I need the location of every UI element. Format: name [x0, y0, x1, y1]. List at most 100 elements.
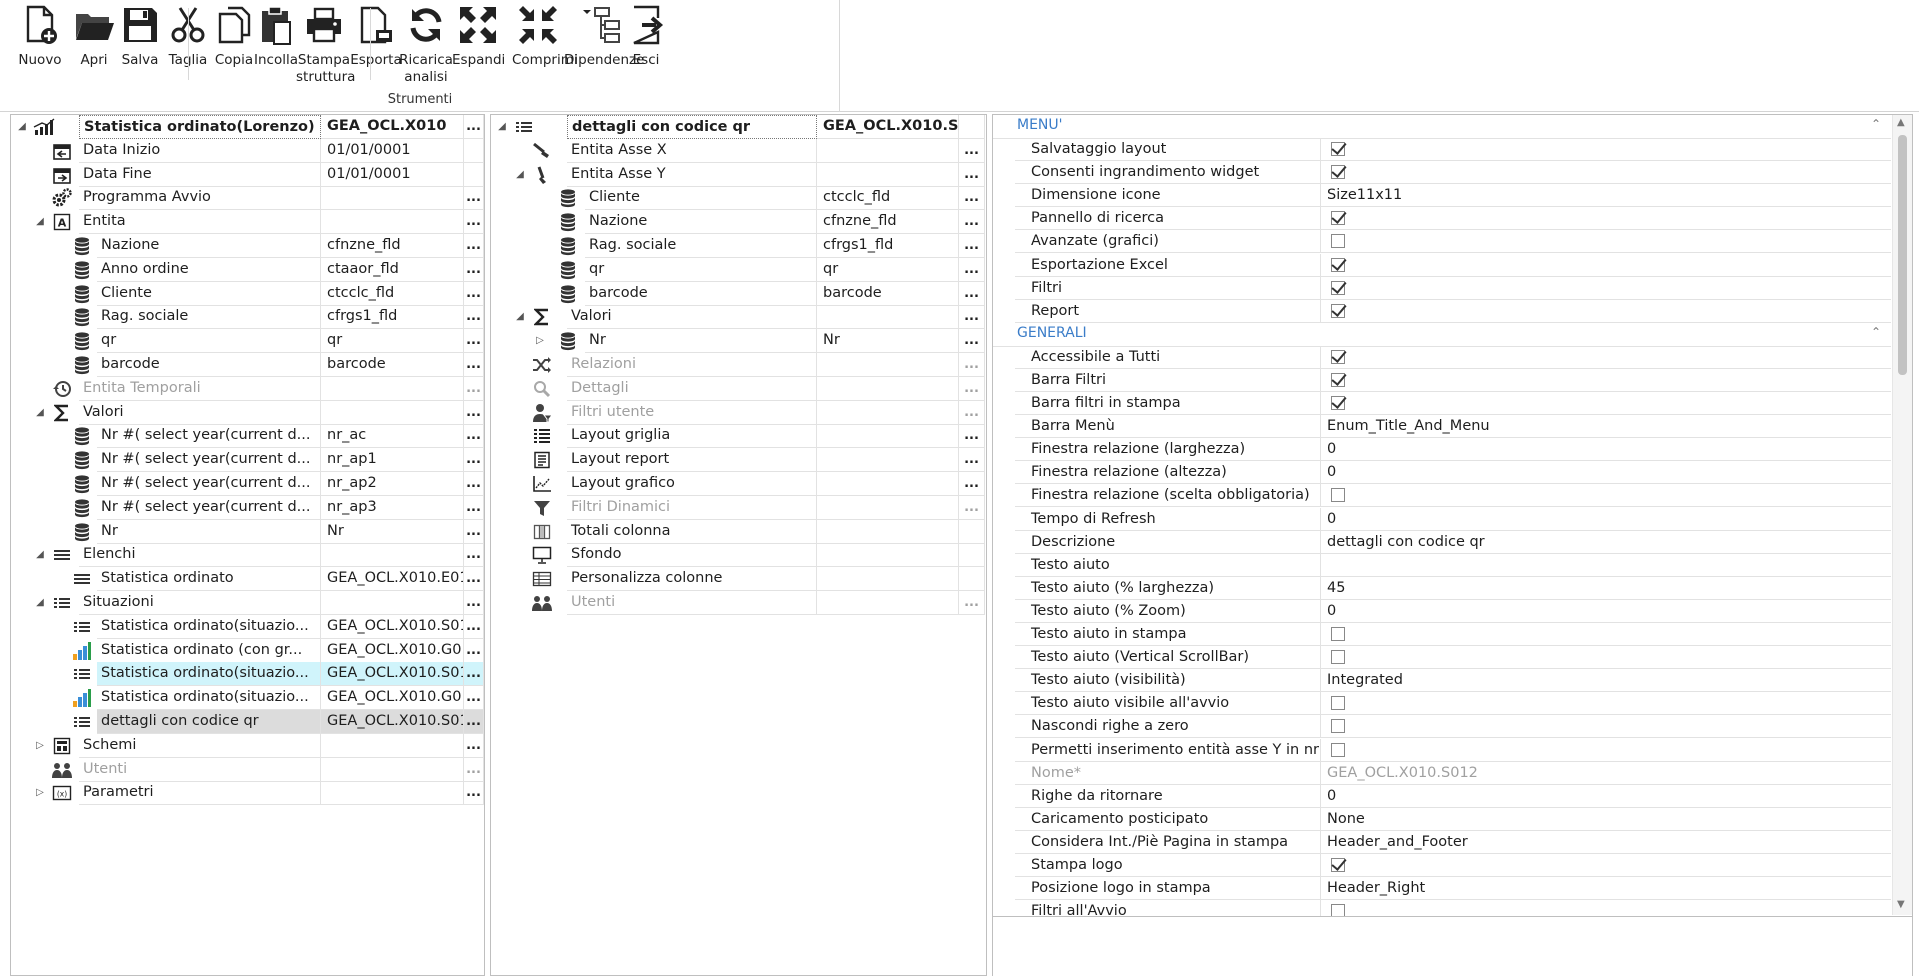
tree-row[interactable]: ◢ A Entita...	[11, 210, 484, 235]
tree-row-value[interactable]: ctcclc_fld	[817, 186, 959, 211]
tree-row-value[interactable]: GEA_OCL.X010.E010	[321, 567, 464, 592]
property-value[interactable]	[1321, 277, 1891, 300]
property-row[interactable]: Nascondi righe a zero	[993, 715, 1891, 739]
tree-row[interactable]: dettagli con codice qr GEA_OCL.X010.S012.…	[11, 710, 484, 734]
tree-row[interactable]: ◢ Statistica ordinato(Lorenzo) GEA_OCL.X01…	[11, 115, 484, 139]
tree-row[interactable]: Nr #( select year(current d... nr_ap2...	[11, 472, 484, 496]
tree-row[interactable]: Totali colonna	[491, 519, 986, 544]
tree-row-value[interactable]: GEA_OCL.X010.S011	[321, 662, 464, 687]
property-row[interactable]: Finestra relazione (scelta obbligatoria)	[993, 484, 1891, 508]
tree-row-value[interactable]: Nr	[817, 329, 959, 354]
tree-row[interactable]: Nr #( select year(current d... nr_ap1...	[11, 448, 484, 473]
ellipsis-button[interactable]: ...	[464, 495, 484, 520]
tree-row-value[interactable]	[321, 591, 464, 615]
collapse-arrow-icon[interactable]: ◢	[33, 546, 47, 564]
property-row[interactable]: Barra filtri in stampa	[993, 392, 1891, 415]
property-value[interactable]: 0	[1321, 785, 1891, 808]
property-value[interactable]	[1321, 739, 1891, 762]
tree-row[interactable]: Filtri Dinamici...	[491, 495, 986, 520]
checked-checkbox[interactable]	[1331, 372, 1345, 387]
ellipsis-button[interactable]: ...	[959, 495, 985, 520]
property-row[interactable]: Tempo di Refresh 0	[993, 507, 1891, 531]
ellipsis-button[interactable]: ...	[464, 614, 484, 639]
property-row[interactable]: Righe da ritornare 0	[993, 784, 1891, 808]
nuovo-button[interactable]: Nuovo	[14, 4, 66, 90]
property-value[interactable]: GEA_OCL.X010.S012	[1321, 762, 1891, 785]
checked-checkbox[interactable]	[1331, 211, 1345, 226]
ellipsis-button[interactable]	[959, 115, 985, 139]
property-row[interactable]: Avanzate (grafici)	[993, 230, 1891, 254]
ellipsis-button[interactable]: ...	[464, 591, 484, 615]
tree-row[interactable]: Cliente ctcclc_fld...	[491, 186, 986, 211]
tree-row[interactable]: Statistica ordinato(situazio... GEA_OCL.X…	[11, 614, 484, 639]
tree-row-value[interactable]	[321, 733, 464, 758]
tree-row[interactable]: Anno ordine ctaaor_fld...	[11, 257, 484, 282]
tree-row[interactable]: Nazione cfnzne_fld...	[491, 210, 986, 235]
property-value[interactable]	[1321, 346, 1891, 369]
ellipsis-button[interactable]	[959, 567, 985, 592]
ellipsis-button[interactable]: ...	[464, 115, 484, 139]
tree-row[interactable]: ▷ (x) Parametri...	[11, 781, 484, 806]
property-row[interactable]: Finestra relazione (altezza) 0	[993, 461, 1891, 485]
property-row[interactable]: Report	[993, 299, 1891, 323]
collapse-arrow-icon[interactable]: ◢	[33, 594, 47, 612]
checked-checkbox[interactable]	[1331, 349, 1345, 364]
unchecked-checkbox[interactable]	[1331, 742, 1345, 757]
ellipsis-button[interactable]: ...	[464, 448, 484, 473]
property-grid-scrollbar[interactable]: ▲ ▼	[1892, 115, 1912, 915]
comprimi-button[interactable]: Comprimi	[512, 4, 578, 90]
collapse-arrow-icon[interactable]: ◢	[513, 166, 527, 184]
expand-arrow-icon[interactable]: ▷	[533, 332, 547, 350]
property-value[interactable]: 0	[1321, 461, 1891, 485]
ellipsis-button[interactable]: ...	[959, 353, 985, 377]
tree-row[interactable]: qr qr...	[11, 329, 484, 354]
chevron-up-icon[interactable]: ⌃	[1871, 325, 1881, 339]
ellipsis-button[interactable]: ...	[464, 781, 484, 806]
tree-row-value[interactable]: qr	[321, 329, 464, 354]
tree-row-value[interactable]: nr_ap3	[321, 495, 464, 520]
collapse-arrow-icon[interactable]: ◢	[33, 404, 47, 422]
tree-row[interactable]: Nr #( select year(current d... nr_ac...	[11, 424, 484, 449]
tree-row-value[interactable]: Nr	[321, 519, 464, 544]
ellipsis-button[interactable]: ...	[959, 162, 985, 187]
tree-row-value[interactable]	[321, 210, 464, 235]
tree-row[interactable]: Dettagli...	[491, 376, 986, 401]
ellipsis-button[interactable]: ...	[464, 710, 484, 734]
property-value[interactable]: 0	[1321, 508, 1891, 531]
property-row[interactable]: Filtri	[993, 276, 1891, 300]
tree-row-value[interactable]: nr_ac	[321, 424, 464, 449]
tree-row[interactable]: ▷ Nr Nr...	[491, 329, 986, 354]
tree-row-value[interactable]	[817, 305, 959, 330]
ellipsis-button[interactable]: ...	[464, 567, 484, 592]
tree-row[interactable]: Rag. sociale cfrgs1_fld...	[11, 305, 484, 330]
tree-row-value[interactable]	[817, 591, 959, 615]
structure-tree-panel[interactable]: ◢ Statistica ordinato(Lorenzo) GEA_OCL.X01…	[10, 114, 485, 976]
tree-row-value[interactable]	[321, 781, 464, 806]
expand-arrow-icon[interactable]: ▷	[33, 737, 47, 755]
property-row[interactable]: Esportazione Excel	[993, 253, 1891, 277]
tree-row-value[interactable]: cfnzne_fld	[817, 210, 959, 235]
tree-row[interactable]: Nazione cfnzne_fld...	[11, 234, 484, 258]
ellipsis-button[interactable]: ...	[464, 733, 484, 758]
property-value[interactable]	[1321, 484, 1891, 508]
property-value[interactable]: 45	[1321, 577, 1891, 600]
tree-row[interactable]: Nr #( select year(current d... nr_ap3...	[11, 495, 484, 520]
checked-checkbox[interactable]	[1331, 280, 1345, 295]
property-row[interactable]: Caricamento posticipato None	[993, 807, 1891, 831]
tree-row-value[interactable]	[321, 186, 464, 211]
tree-row[interactable]: ◢ Valori...	[491, 305, 986, 330]
ellipsis-button[interactable]: ...	[464, 329, 484, 354]
tree-row-value[interactable]: barcode	[321, 353, 464, 377]
property-row[interactable]: Testo aiuto (% Zoom) 0	[993, 599, 1891, 623]
tree-row[interactable]: ◢ Elenchi...	[11, 543, 484, 568]
ellipsis-button[interactable]: ...	[959, 329, 985, 354]
expand-arrow-icon[interactable]: ▷	[33, 784, 47, 802]
ellipsis-button[interactable]: ...	[464, 376, 484, 401]
tree-row-value[interactable]: ctaaor_fld	[321, 257, 464, 282]
property-row[interactable]: Testo aiuto in stampa	[993, 623, 1891, 646]
tree-row-value[interactable]: 01/01/0001	[321, 162, 464, 187]
tree-row-value[interactable]: GEA_OCL.X010.G0...	[321, 638, 464, 663]
property-row[interactable]: Pannello di ricerca	[993, 207, 1891, 231]
tree-row-value[interactable]	[817, 138, 959, 163]
ellipsis-button[interactable]	[959, 543, 985, 568]
